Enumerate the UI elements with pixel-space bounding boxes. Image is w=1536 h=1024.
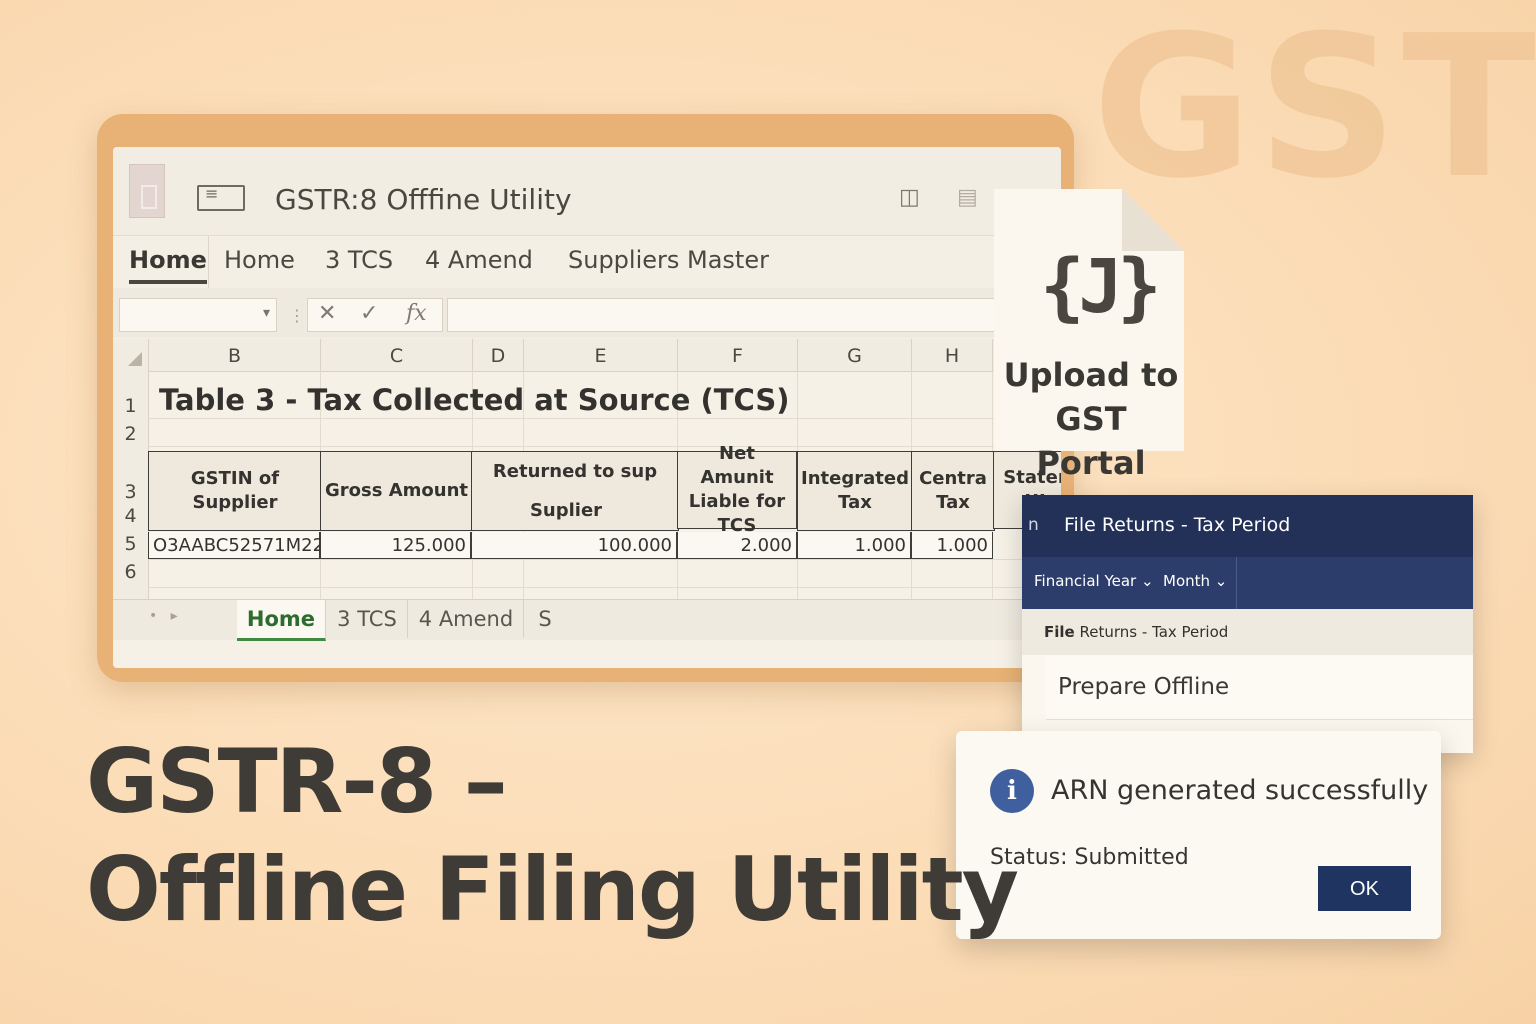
app-icon bbox=[129, 164, 165, 218]
prepare-offline-item[interactable]: Prepare Offline bbox=[1046, 655, 1473, 720]
headline-line-1: GSTR-8 – bbox=[86, 730, 508, 833]
headline-line-2: Offline Filing Utility bbox=[86, 838, 1019, 941]
column-header-f[interactable]: F bbox=[678, 339, 798, 372]
column-header-e[interactable]: E bbox=[524, 339, 678, 372]
header-central-tax[interactable]: Centra Tax bbox=[911, 451, 995, 531]
dialog-status: Status: Submitted bbox=[990, 845, 1189, 870]
cell-gstin[interactable]: O3AABC52571M22 bbox=[148, 532, 324, 559]
sheet-tab-tcs[interactable]: 3 TCS bbox=[327, 600, 408, 638]
window-title: GSTR:8 Offfine Utility bbox=[275, 183, 572, 216]
cell-integrated-tax[interactable]: 1.000 bbox=[797, 532, 911, 559]
ribbon-tab-tcs[interactable]: 3 TCS bbox=[325, 246, 393, 274]
gridline bbox=[148, 587, 1061, 588]
name-box[interactable]: ▾ bbox=[119, 298, 277, 332]
column-header-d[interactable]: D bbox=[473, 339, 524, 372]
row-header-5[interactable]: 5 bbox=[113, 533, 148, 555]
cell-gross-amount[interactable]: 125.000 bbox=[320, 532, 471, 559]
panel-header: n File Returns - Tax Period bbox=[1022, 495, 1473, 557]
ribbon-tab-home-active[interactable]: Home bbox=[129, 246, 207, 284]
panel-nav: Financial Year ⌄ Month ⌄ bbox=[1022, 557, 1473, 609]
column-header-b[interactable]: B bbox=[149, 339, 321, 372]
header-returned-bottom: Suplier bbox=[529, 499, 603, 521]
financial-year-dropdown[interactable]: Financial Year ⌄ bbox=[1034, 572, 1154, 590]
breadcrumb-file: File bbox=[1044, 623, 1075, 641]
ribbon-tab-suppliers-master[interactable]: Suppliers Master bbox=[568, 246, 769, 274]
gridline bbox=[148, 418, 1061, 419]
header-gstin[interactable]: GSTIN of Supplier bbox=[148, 451, 322, 531]
sheet-nav-arrows[interactable]: • ▸ bbox=[149, 608, 178, 624]
header-net-amount[interactable]: Net Amunit Liable for TCS bbox=[677, 443, 797, 536]
ribbon-tabs: Home Home 3 TCS 4 Amend Suppliers Master bbox=[113, 235, 1061, 289]
breadcrumb-rest: Returns - Tax Period bbox=[1074, 623, 1229, 641]
nav-divider bbox=[1236, 557, 1237, 609]
formula-separator: ⋮ bbox=[289, 306, 305, 325]
upload-label[interactable]: Upload to GST Portal bbox=[998, 353, 1184, 485]
header-returned-top: Returned to sup bbox=[492, 460, 658, 482]
cell-returned[interactable]: 100.000 bbox=[471, 532, 677, 559]
confirm-formula-icon[interactable]: ✓ bbox=[360, 301, 378, 326]
spreadsheet-window: GSTR:8 Offfine Utility ◫ ▤ Home Home 3 T… bbox=[113, 147, 1061, 668]
chevron-down-icon: ▾ bbox=[262, 305, 270, 321]
cancel-formula-icon[interactable]: ✕ bbox=[318, 301, 336, 326]
title-bar: GSTR:8 Offfine Utility ◫ ▤ bbox=[113, 147, 1061, 235]
row-header-6[interactable]: 6 bbox=[113, 561, 148, 583]
archive-icon[interactable]: ▤ bbox=[957, 185, 978, 210]
header-returned[interactable]: Returned to sup Suplier bbox=[471, 451, 679, 531]
info-icon: i bbox=[990, 769, 1034, 813]
row-header-4[interactable]: 4 bbox=[113, 505, 148, 527]
sheet-tab-amend[interactable]: 4 Amend bbox=[409, 600, 524, 638]
function-icon[interactable]: fx bbox=[406, 301, 427, 326]
column-header-c[interactable]: C bbox=[321, 339, 473, 372]
formula-buttons: ✕ ✓ fx bbox=[307, 298, 443, 332]
breadcrumb-text: File Returns - Tax Period bbox=[1044, 623, 1228, 641]
gridline bbox=[148, 559, 1061, 560]
ok-button[interactable]: OK bbox=[1318, 866, 1411, 911]
row-header-3[interactable]: 3 bbox=[113, 481, 148, 503]
table-title: Table 3 - Tax Collected at Source (TCS) bbox=[159, 383, 790, 417]
sheet-tab-suppliers[interactable]: S bbox=[525, 600, 565, 638]
json-file-icon: {J} bbox=[1040, 244, 1162, 330]
ribbon-tab-home[interactable]: Home bbox=[224, 246, 295, 274]
column-header-h[interactable]: H bbox=[912, 339, 993, 372]
header-integrated-tax[interactable]: Integrated Tax bbox=[797, 451, 913, 531]
panel-title: File Returns - Tax Period bbox=[1064, 514, 1291, 536]
arn-dialog: i ARN generated successfully Status: Sub… bbox=[956, 731, 1441, 939]
search-window-icon[interactable]: ◫ bbox=[899, 185, 920, 210]
breadcrumb: File Returns - Tax Period bbox=[1022, 609, 1473, 655]
dialog-message: ARN generated successfully bbox=[1051, 775, 1429, 806]
menu-icon[interactable] bbox=[197, 184, 245, 211]
formula-bar: ▾ ⋮ ✕ ✓ fx bbox=[113, 288, 1061, 338]
row-header-2[interactable]: 2 bbox=[113, 423, 148, 445]
select-all-corner[interactable] bbox=[113, 339, 149, 372]
gst-watermark: GST bbox=[1092, 0, 1536, 222]
file-returns-panel: n File Returns - Tax Period Financial Ye… bbox=[1022, 495, 1473, 753]
prepare-offline-label: Prepare Offline bbox=[1058, 674, 1230, 700]
panel-header-prefix: n bbox=[1028, 515, 1039, 535]
ribbon-tab-amend[interactable]: 4 Amend bbox=[425, 246, 533, 274]
row-header-1[interactable]: 1 bbox=[113, 395, 148, 417]
gridline bbox=[148, 446, 1061, 447]
cell-central-tax[interactable]: 1.000 bbox=[911, 532, 993, 559]
sheet-tab-bar: • ▸ Home 3 TCS 4 Amend S bbox=[113, 599, 1061, 641]
cell-net-amount[interactable]: 2.000 bbox=[677, 532, 797, 559]
formula-input[interactable] bbox=[447, 298, 1049, 332]
header-gross-amount[interactable]: Gross Amount bbox=[320, 451, 473, 531]
column-header-g[interactable]: G bbox=[798, 339, 912, 372]
sheet-tab-home[interactable]: Home bbox=[237, 600, 326, 641]
month-dropdown[interactable]: Month ⌄ bbox=[1163, 572, 1227, 590]
ribbon-divider bbox=[208, 236, 209, 288]
